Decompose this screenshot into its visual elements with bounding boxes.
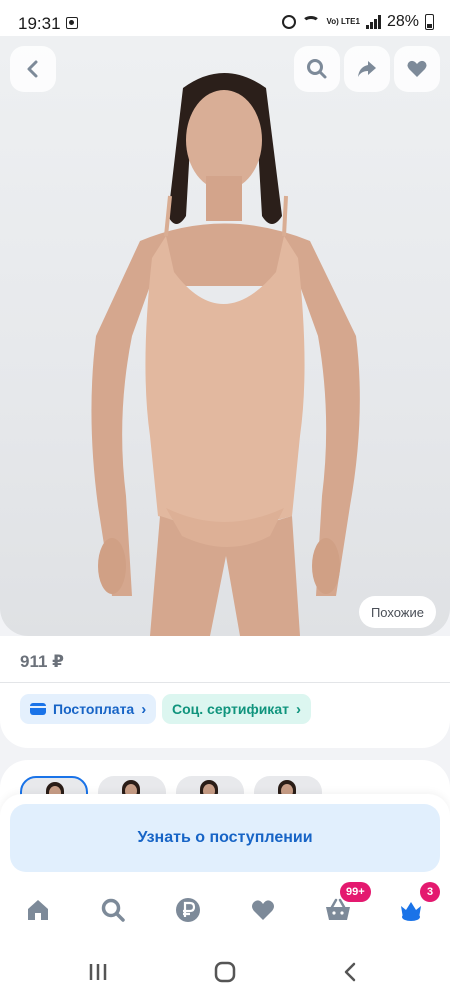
postpay-chip[interactable]: Постоплата ›	[20, 694, 157, 724]
notify-arrival-button[interactable]: Узнать о поступлении	[10, 804, 440, 872]
back-nav-button[interactable]	[339, 960, 363, 984]
profile-crown-icon	[401, 902, 421, 921]
tab-search[interactable]	[95, 892, 131, 928]
share-button[interactable]	[344, 46, 390, 92]
chevron-right-icon: ›	[295, 700, 301, 718]
favorite-button[interactable]	[394, 46, 440, 92]
network-type: Vo) LTE1	[326, 17, 360, 26]
model-image	[91, 73, 360, 636]
recent-apps-button[interactable]	[86, 960, 110, 984]
battery-icon	[425, 14, 434, 30]
profile-badge: 3	[420, 882, 440, 902]
social-certificate-label: Соц. сертификат	[172, 701, 289, 717]
tab-favorites[interactable]	[245, 892, 281, 928]
status-right: Vo) LTE1 28%	[282, 13, 434, 31]
tab-payments[interactable]	[170, 892, 206, 928]
home-nav-icon	[214, 961, 236, 983]
notification-icon	[66, 17, 78, 29]
status-time: 19:31	[18, 14, 61, 33]
search-icon	[307, 59, 327, 79]
wifi-icon	[302, 15, 321, 29]
heart-icon	[252, 900, 274, 920]
divider	[0, 682, 450, 683]
social-certificate-chip[interactable]: Соц. сертификат ›	[162, 694, 311, 724]
tab-bar: 99+ 3	[0, 880, 450, 942]
chevron-left-icon	[27, 60, 38, 78]
product-price: 911 ₽	[20, 652, 64, 671]
back-nav-icon	[344, 962, 356, 982]
search-button[interactable]	[294, 46, 340, 92]
basket-badge: 99+	[340, 882, 371, 902]
postpay-label: Постоплата	[53, 701, 135, 717]
share-icon	[358, 61, 376, 77]
signal-icon	[365, 15, 381, 29]
battery-percent: 28%	[386, 13, 419, 30]
ruble-icon	[176, 898, 200, 922]
card-icon	[30, 703, 46, 715]
product-screen: 19:31 Vo) LTE1 28% Похожие 911 ₽ Постопл…	[0, 0, 450, 1000]
product-photo[interactable]: Похожие	[0, 36, 450, 636]
similar-button[interactable]: Похожие	[358, 596, 436, 628]
alarm-icon	[282, 15, 297, 29]
system-navigation	[0, 942, 450, 1000]
chevron-right-icon: ›	[141, 700, 147, 718]
home-icon	[28, 900, 48, 920]
back-button[interactable]	[10, 46, 56, 92]
product-info: 911 ₽ Постоплата › Соц. сертификат ›	[0, 636, 450, 748]
heart-icon	[407, 60, 427, 77]
recent-apps-icon	[89, 964, 107, 980]
tab-home[interactable]	[20, 892, 56, 928]
search-icon	[101, 898, 125, 922]
home-nav-button[interactable]	[213, 960, 237, 984]
